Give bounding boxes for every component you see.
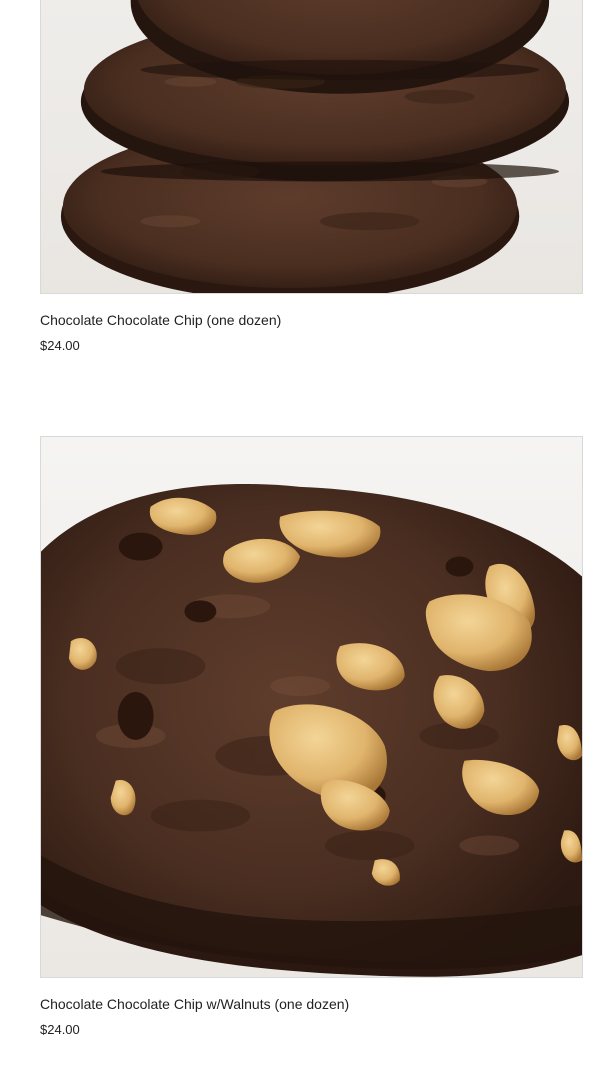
product-card[interactable]: Chocolate Chocolate Chip w/Walnuts (one … <box>40 436 583 1038</box>
stacked-chocolate-cookies-photo <box>41 0 582 293</box>
product-image[interactable] <box>40 436 583 978</box>
product-image[interactable] <box>40 0 583 294</box>
product-price: $24.00 <box>40 1022 80 1037</box>
product-title[interactable]: Chocolate Chocolate Chip w/Walnuts (one … <box>40 995 583 1013</box>
product-grid: Chocolate Chocolate Chip (one dozen) $24… <box>0 0 605 1082</box>
product-card[interactable]: Chocolate Chocolate Chip (one dozen) $24… <box>40 0 583 354</box>
product-price: $24.00 <box>40 338 80 353</box>
chocolate-walnut-cookie-photo <box>41 437 582 977</box>
product-title[interactable]: Chocolate Chocolate Chip (one dozen) <box>40 311 583 329</box>
